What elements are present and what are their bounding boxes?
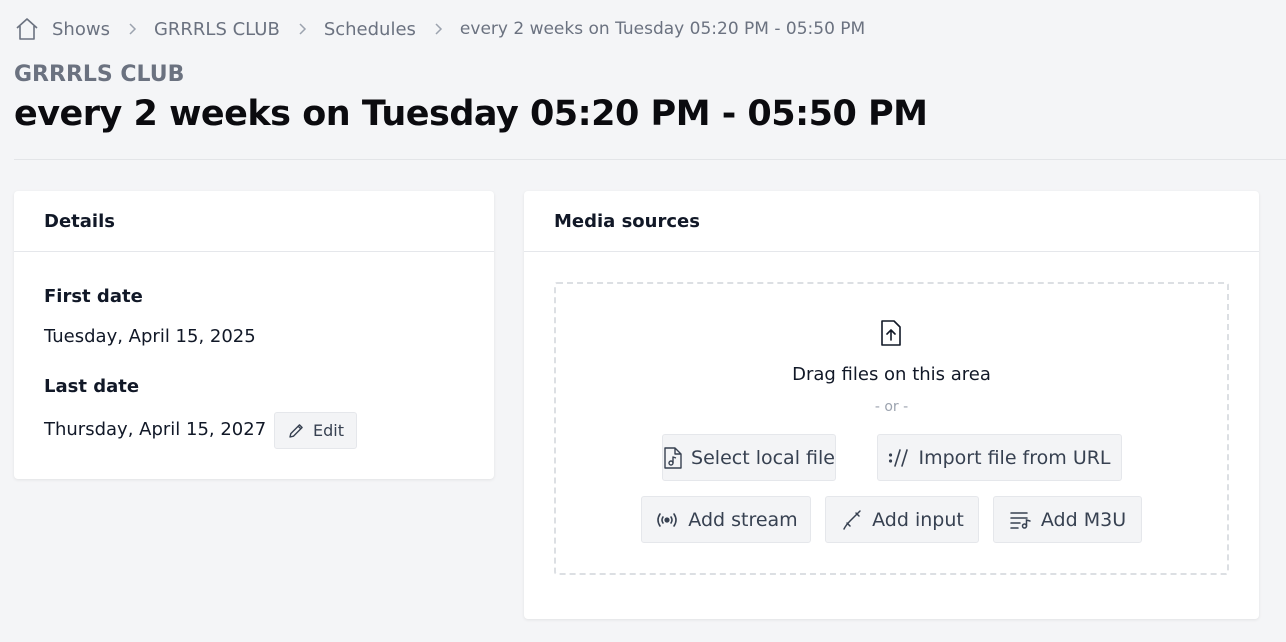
breadcrumb-shows[interactable]: Shows <box>52 19 110 40</box>
details-heading: Details <box>14 191 494 252</box>
broadcast-icon <box>654 511 680 529</box>
add-m3u-button[interactable]: Add M3U <box>993 496 1142 543</box>
chevron-right-icon <box>128 22 138 36</box>
select-local-file-label: Select local file <box>691 446 835 469</box>
last-date-label: Last date <box>44 376 140 397</box>
chevron-right-icon <box>298 22 308 36</box>
audio-cable-icon <box>840 508 864 532</box>
add-stream-label: Add stream <box>688 508 798 531</box>
show-name: GRRRLS CLUB <box>14 62 185 87</box>
playlist-icon <box>1009 510 1033 530</box>
first-date-value: Tuesday, April 15, 2025 <box>44 326 256 347</box>
add-m3u-label: Add M3U <box>1040 508 1127 531</box>
breadcrumb-schedules[interactable]: Schedules <box>324 19 416 40</box>
import-file-from-url-button[interactable]: Import file from URL <box>877 434 1122 481</box>
breadcrumb-show[interactable]: GRRRLS CLUB <box>154 19 280 40</box>
first-date-label: First date <box>44 286 143 307</box>
pencil-icon <box>287 422 305 440</box>
details-card: Details First date Tuesday, April 15, 20… <box>14 191 494 479</box>
last-date-value: Thursday, April 15, 2027 <box>44 419 267 440</box>
import-file-from-url-label: Import file from URL <box>918 446 1111 469</box>
media-sources-heading: Media sources <box>524 191 1259 252</box>
add-input-button[interactable]: Add input <box>825 496 979 543</box>
url-slashes-icon <box>888 448 910 468</box>
page-title: every 2 weeks on Tuesday 05:20 PM - 05:5… <box>14 94 928 134</box>
breadcrumb-current: every 2 weeks on Tuesday 05:20 PM - 05:5… <box>459 19 866 39</box>
edit-label: Edit <box>313 421 344 440</box>
add-input-label: Add input <box>872 508 964 531</box>
or-separator: - or - <box>874 399 909 415</box>
file-upload-icon <box>878 319 904 347</box>
media-sources-card: Media sources Drag files on this area - … <box>524 191 1259 619</box>
select-local-file-button[interactable]: Select local file <box>662 434 836 481</box>
breadcrumb: Shows GRRRLS CLUB Schedules every 2 week… <box>14 14 865 44</box>
file-dropzone[interactable]: Drag files on this area - or - Select lo… <box>554 282 1229 575</box>
chevron-right-icon <box>434 22 444 36</box>
audio-file-icon <box>663 446 683 470</box>
add-stream-button[interactable]: Add stream <box>641 496 811 543</box>
edit-last-date-button[interactable]: Edit <box>274 412 357 449</box>
header-divider <box>14 159 1286 160</box>
home-icon[interactable] <box>14 16 40 42</box>
drag-files-text: Drag files on this area <box>792 364 991 385</box>
